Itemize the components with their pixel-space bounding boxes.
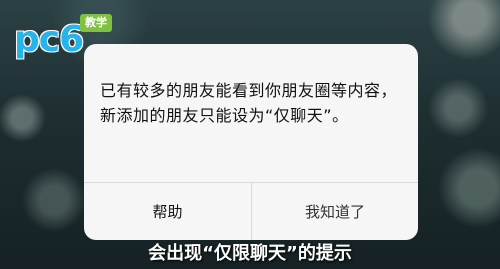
- logo-badge: 教学: [80, 14, 112, 32]
- logo-text: pc6: [14, 19, 84, 60]
- alert-dialog: 已有较多的朋友能看到你朋友圈等内容，新添加的朋友只能设为“仅聊天”。 帮助 我知…: [84, 44, 418, 240]
- dialog-message: 已有较多的朋友能看到你朋友圈等内容，新添加的朋友只能设为“仅聊天”。: [100, 81, 398, 125]
- help-button[interactable]: 帮助: [84, 183, 251, 240]
- video-subtitle: 会出现“仅限聊天”的提示: [148, 243, 352, 264]
- acknowledge-button[interactable]: 我知道了: [252, 183, 418, 240]
